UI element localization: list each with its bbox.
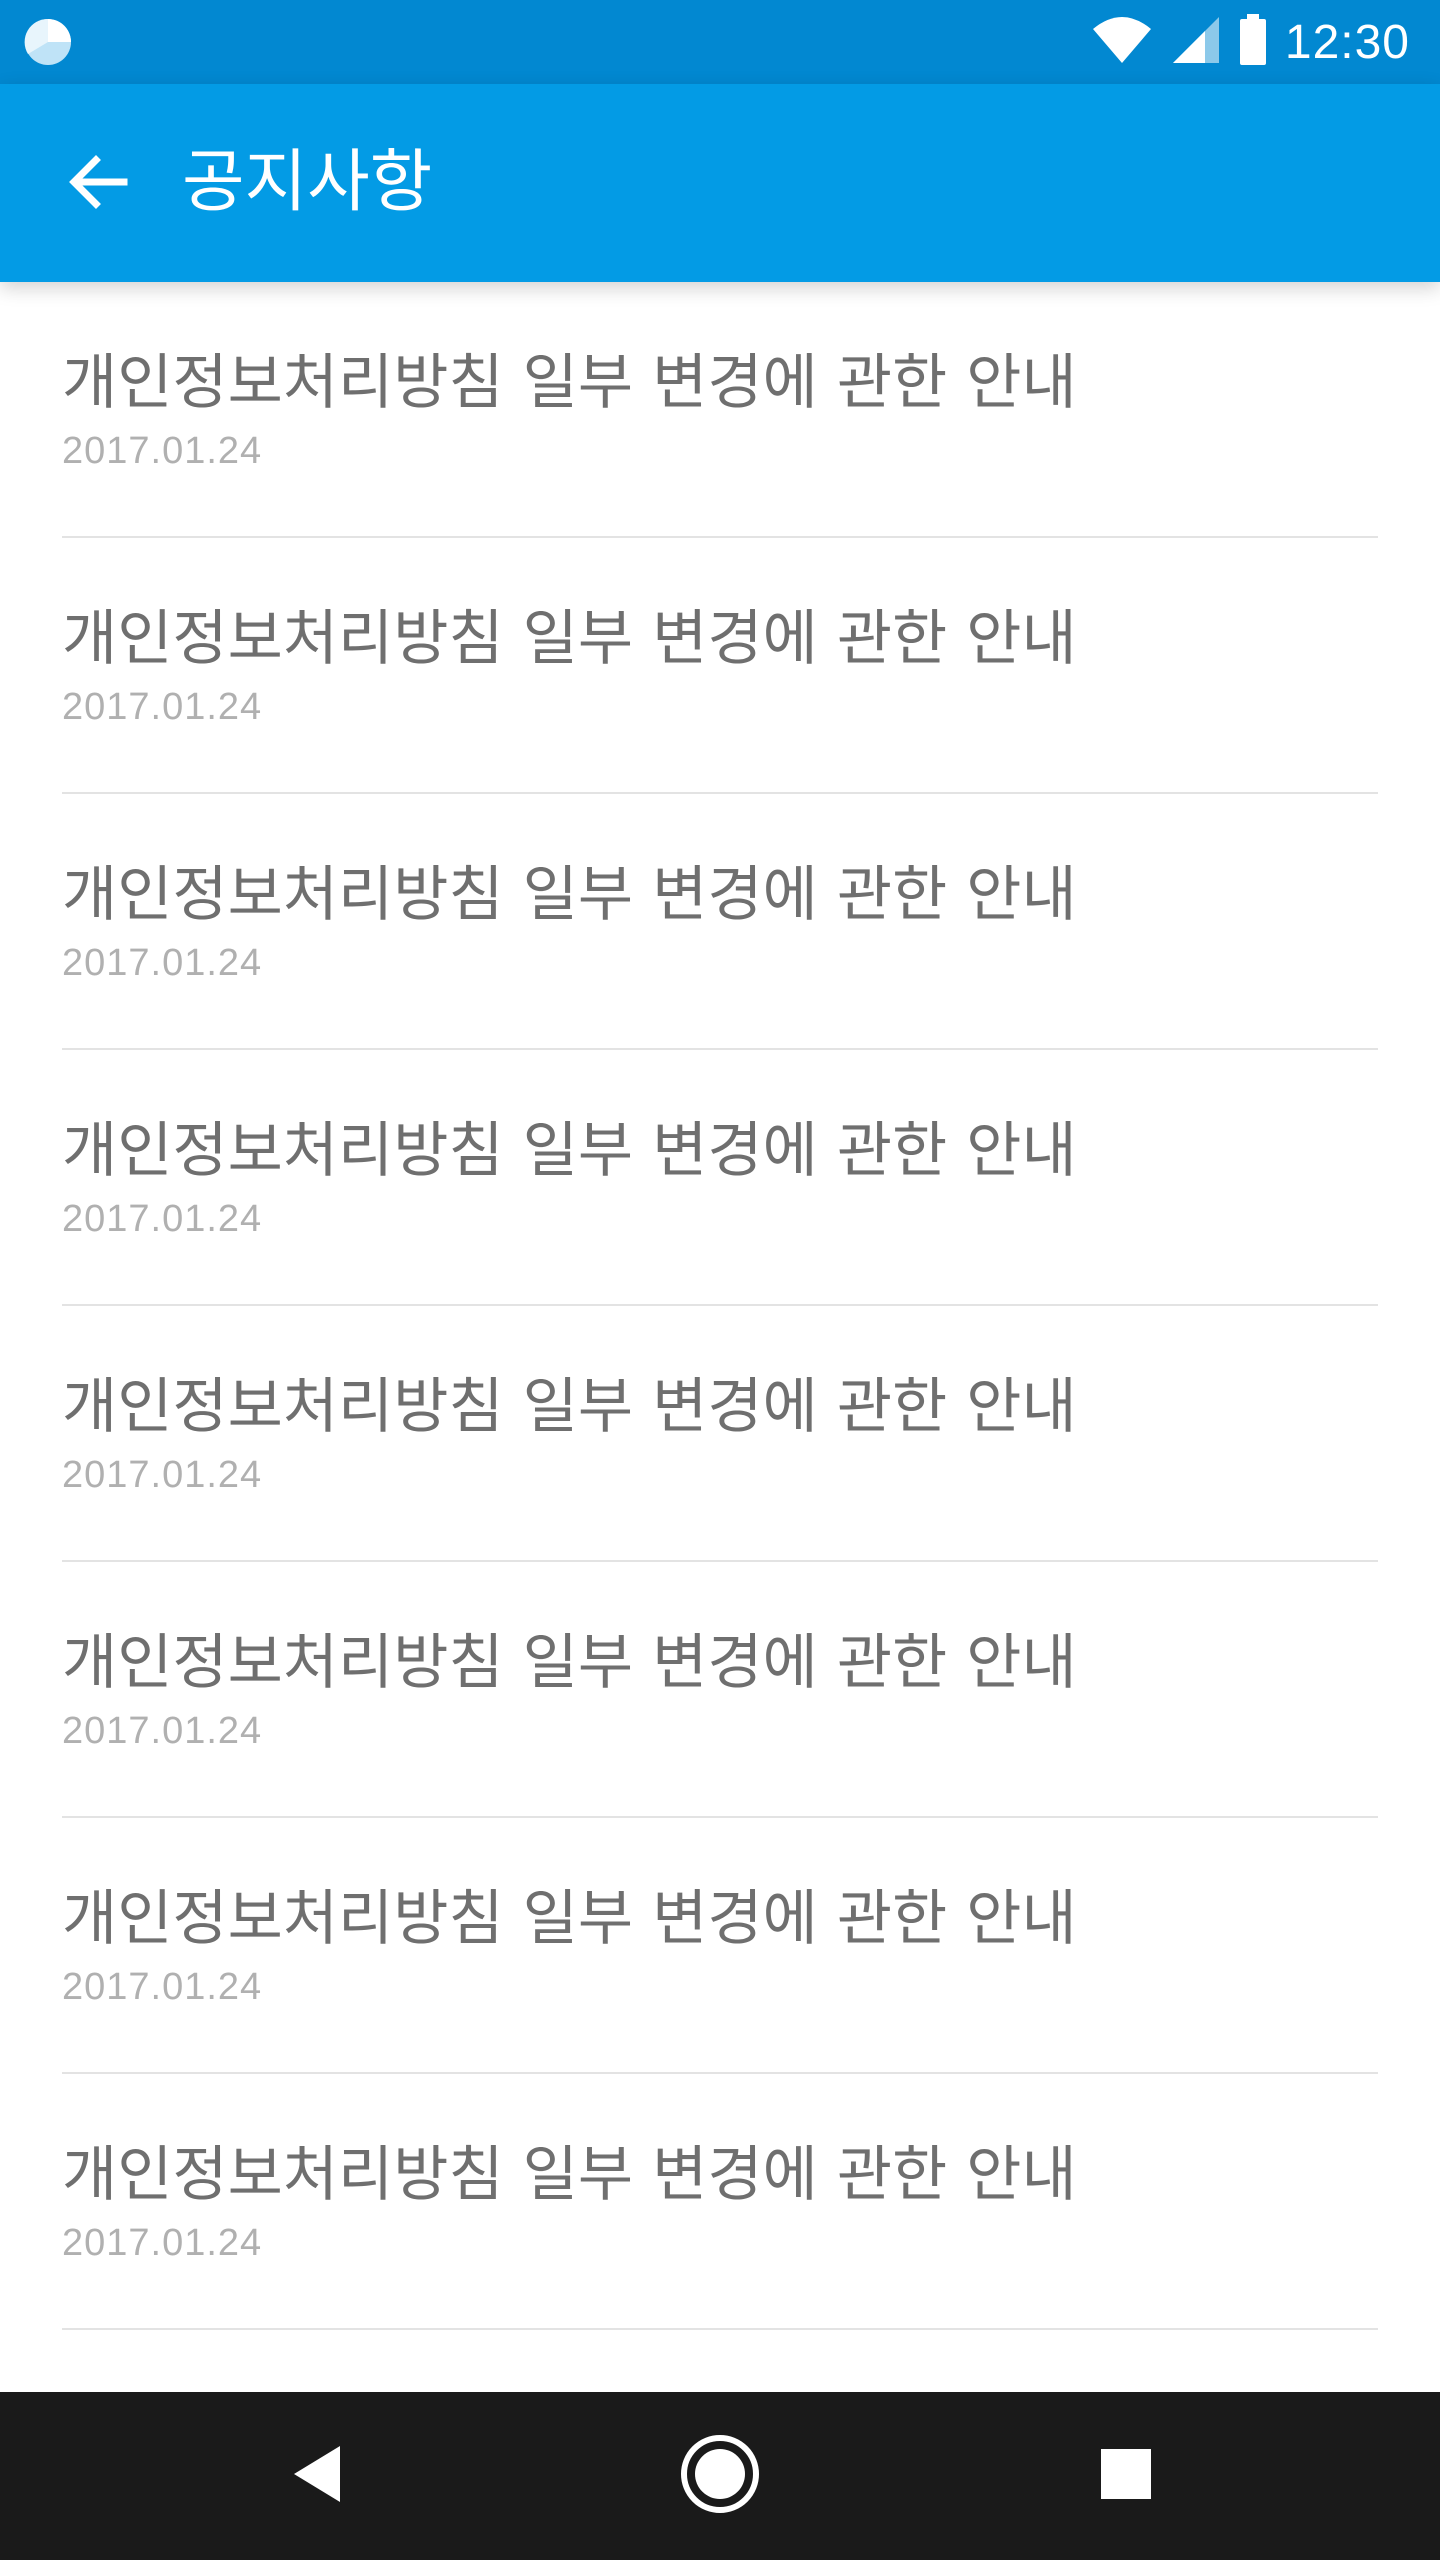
notice-date: 2017.01.24	[62, 1454, 263, 1496]
notice-date: 2017.01.24	[62, 430, 263, 472]
notice-date: 2017.01.24	[62, 1710, 263, 1752]
notice-date: 2017.01.24	[62, 1966, 263, 2008]
list-item[interactable]: 개인정보처리방침 일부 변경에 관한 안내 2017.01.24	[62, 538, 1378, 794]
status-icons: 12:30	[1091, 0, 1410, 84]
app-bar: 공지사항	[0, 84, 1440, 282]
list-item[interactable]: 개인정보처리방침 일부 변경에 관한 안내 2017.01.24	[62, 794, 1378, 1050]
home-circle-icon	[679, 2433, 761, 2519]
back-triangle-icon	[288, 2442, 348, 2510]
notice-title: 개인정보처리방침 일부 변경에 관한 안내	[62, 348, 1077, 418]
list-item[interactable]: 개인정보처리방침 일부 변경에 관한 안내 2017.01.24	[62, 1306, 1378, 1562]
list-item[interactable]: 개인정보처리방침 일부 변경에 관한 안내 2017.01.24	[62, 1818, 1378, 2074]
wifi-icon	[1091, 15, 1153, 69]
nav-recent-button[interactable]	[1076, 2426, 1176, 2526]
notice-title: 개인정보처리방침 일부 변경에 관한 안내	[62, 604, 1077, 674]
notice-date: 2017.01.24	[62, 942, 263, 984]
battery-icon	[1239, 14, 1267, 70]
notice-title: 개인정보처리방침 일부 변경에 관한 안내	[62, 1116, 1077, 1186]
nav-back-button[interactable]	[268, 2426, 368, 2526]
recent-square-icon	[1098, 2446, 1154, 2506]
notice-date: 2017.01.24	[62, 2222, 263, 2264]
back-button[interactable]	[50, 136, 146, 232]
list-item[interactable]: 개인정보처리방침 일부 변경에 관한 안내 2017.01.24	[62, 282, 1378, 538]
notice-date: 2017.01.24	[62, 686, 263, 728]
notice-title: 개인정보처리방침 일부 변경에 관한 안내	[62, 1628, 1077, 1698]
signal-icon	[1171, 15, 1221, 69]
notice-title: 개인정보처리방침 일부 변경에 관한 안내	[62, 2140, 1077, 2210]
list-item[interactable]: 개인정보처리방침 일부 변경에 관한 안내 2017.01.24	[62, 1562, 1378, 1818]
notice-title: 개인정보처리방침 일부 변경에 관한 안내	[62, 1884, 1077, 1954]
nav-home-button[interactable]	[670, 2426, 770, 2526]
navigation-bar	[0, 2392, 1440, 2560]
list-item[interactable]: 개인정보처리방침 일부 변경에 관한 안내 2017.01.24	[62, 1050, 1378, 1306]
notice-title: 개인정보처리방침 일부 변경에 관한 안내	[62, 860, 1077, 930]
arrow-left-icon	[66, 150, 130, 218]
notice-title: 개인정보처리방침 일부 변경에 관한 안내	[62, 1372, 1077, 1442]
list-item[interactable]: 개인정보처리방침 일부 변경에 관한 안내 2017.01.24	[62, 2074, 1378, 2330]
notice-date: 2017.01.24	[62, 1198, 263, 1240]
page-title: 공지사항	[182, 143, 433, 222]
pie-chart-icon	[22, 16, 74, 68]
notice-list: 개인정보처리방침 일부 변경에 관한 안내 2017.01.24 개인정보처리방…	[0, 282, 1440, 2392]
status-bar: 12:30	[0, 0, 1440, 84]
status-time: 12:30	[1284, 15, 1410, 69]
